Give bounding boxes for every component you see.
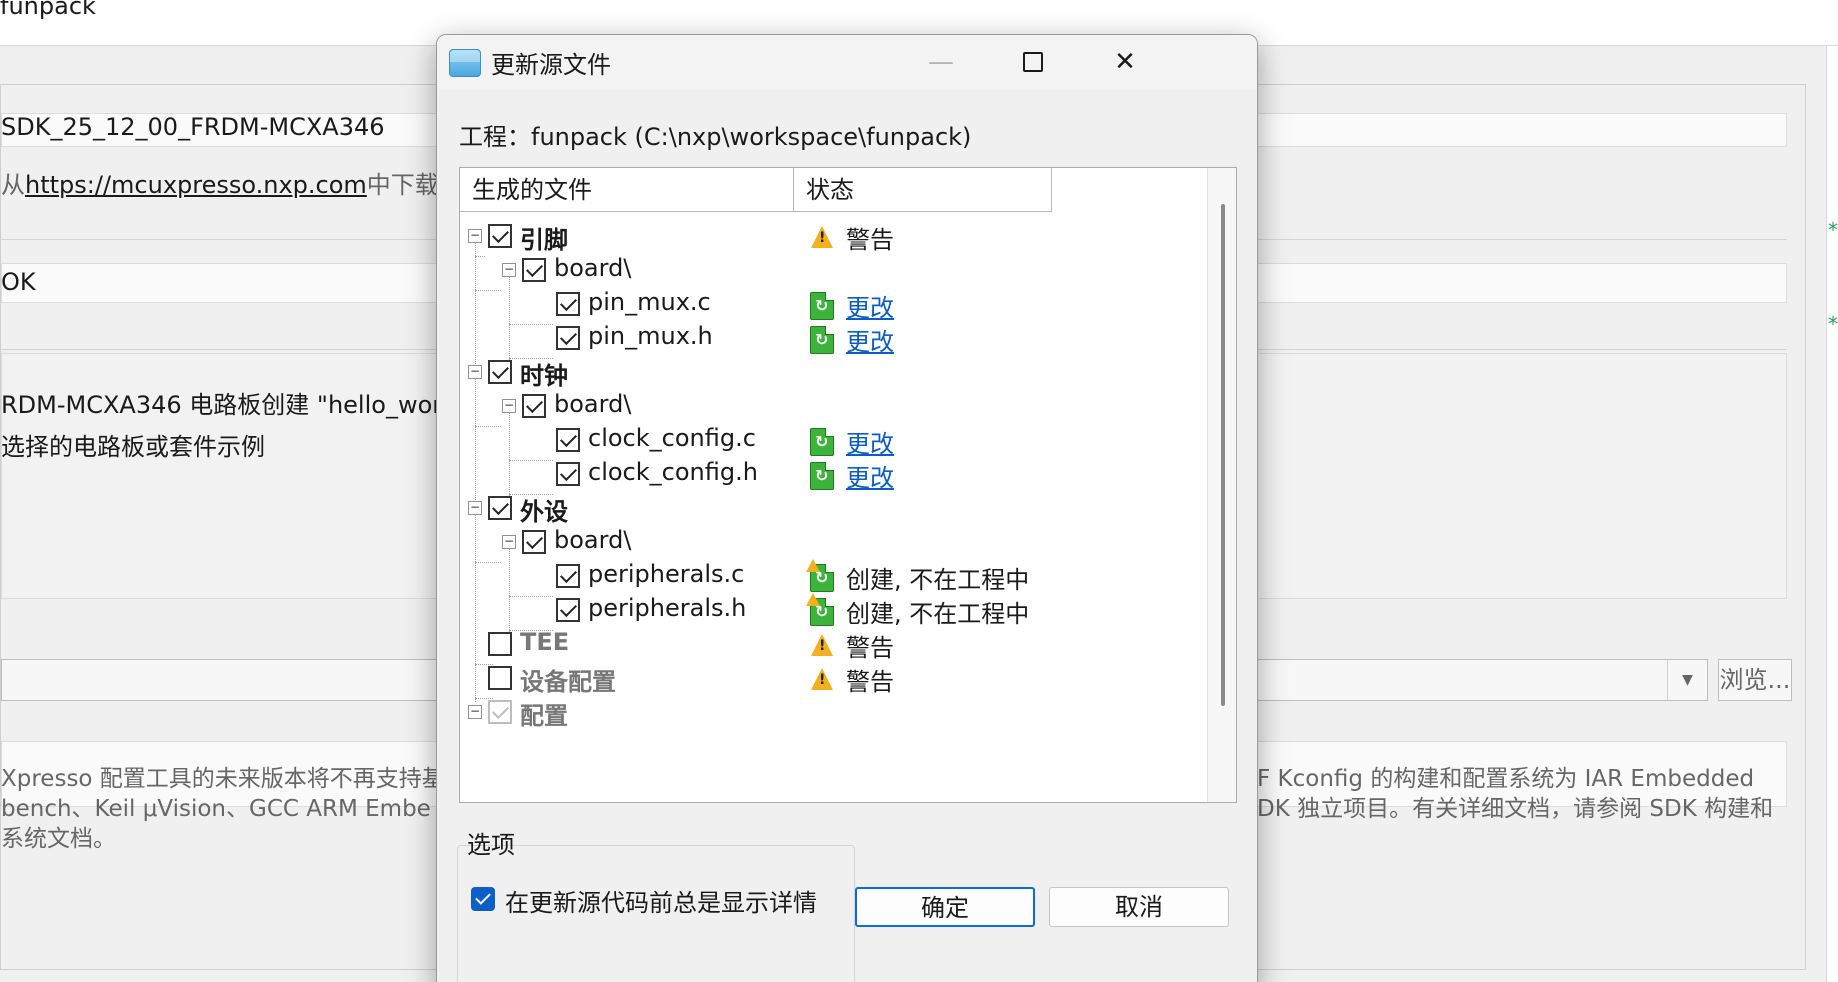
pins-checkbox[interactable] — [488, 224, 512, 248]
show-details-label[interactable]: 在更新源代码前总是显示详情 — [505, 883, 817, 918]
collapse-icon[interactable]: − — [502, 399, 516, 413]
description-line-1: RDM-MCXA346 电路板创建 "hello_world — [1, 391, 465, 419]
app-icon — [449, 49, 481, 77]
toolchain-value: OK — [1, 268, 36, 296]
file-checkbox[interactable] — [556, 462, 580, 486]
mcuxpresso-link[interactable]: https://mcuxpresso.nxp.com — [25, 171, 367, 199]
file-checkbox[interactable] — [556, 564, 580, 588]
board-checkbox[interactable] — [522, 530, 546, 554]
warning-icon: ! — [810, 224, 834, 250]
tree-row-label: peripherals.c — [588, 560, 745, 588]
tee-checkbox[interactable] — [488, 632, 512, 656]
notice-right-line-1: F Kconfig 的构建和配置系统为 IAR Embedded — [1257, 766, 1755, 792]
scrollbar-thumb[interactable] — [1221, 204, 1225, 706]
description-line-2: 选择的电路板或套件示例 — [1, 433, 265, 461]
config-checkbox[interactable] — [488, 700, 512, 724]
project-label: 工程：funpack (C:\nxp\workspace\funpack) — [459, 123, 972, 151]
tree-row-label: 配置 — [520, 702, 568, 730]
file-checkbox[interactable] — [556, 428, 580, 452]
minimize-button: — — [895, 35, 987, 89]
tree-row-label: board\ — [554, 390, 632, 418]
sdk-value: SDK_25_12_00_FRDM-MCXA346 — [1, 113, 385, 141]
warning-icon: ! — [810, 632, 834, 658]
tree-row-label: TEE — [520, 628, 570, 656]
file-checkbox[interactable] — [556, 292, 580, 316]
tree-row-label: pin_mux.h — [588, 322, 713, 350]
download-hint: 从https://mcuxpresso.nxp.com中下载 — [1, 165, 439, 200]
tree-row-label: peripherals.h — [588, 594, 747, 622]
tree-row-label: pin_mux.c — [588, 288, 711, 316]
clocks-checkbox[interactable] — [488, 360, 512, 384]
maximize-button[interactable] — [987, 35, 1079, 89]
tree-row-label: clock_config.c — [588, 424, 756, 452]
file-changed-icon: ↻ — [810, 326, 834, 354]
notice-left-line-1: Xpresso 配置工具的未来版本将不再支持基 — [1, 766, 445, 792]
background-window-title: funpack — [0, 0, 96, 20]
close-button[interactable]: ✕ — [1079, 35, 1171, 89]
ok-button[interactable]: 确定 — [855, 887, 1035, 927]
cancel-button[interactable]: 取消 — [1049, 887, 1229, 927]
vertical-scrollbar[interactable] — [1207, 168, 1236, 802]
background-right-strip — [1826, 46, 1838, 982]
browse-button[interactable]: 浏览... — [1718, 659, 1792, 701]
tree-row-label: clock_config.h — [588, 458, 758, 486]
download-suffix: 中下载 — [366, 171, 439, 199]
dialog-title: 更新源文件 — [491, 51, 611, 79]
file-changed-icon: ↻ — [810, 462, 834, 490]
chevron-down-icon[interactable]: ▼ — [1667, 660, 1707, 700]
file-changed-icon: ↻ — [810, 428, 834, 456]
generated-files-tree[interactable]: 生成的文件 状态 − 引脚 ! 警告 − board\ pin_mux.c ↻ … — [459, 167, 1237, 803]
tree-row-label: board\ — [554, 254, 632, 282]
tree-row-label: board\ — [554, 526, 632, 554]
column-header-files[interactable]: 生成的文件 — [460, 168, 794, 212]
column-header-status[interactable]: 状态 — [794, 168, 1052, 212]
maximize-icon — [1023, 52, 1043, 72]
board-checkbox[interactable] — [522, 394, 546, 418]
collapse-icon[interactable]: − — [468, 705, 482, 719]
modified-marker-1: * — [1828, 218, 1838, 242]
tree-row-config[interactable]: − 配置 — [460, 692, 1207, 732]
options-legend: 选项 — [467, 831, 515, 859]
notice-right-line-2: DK 独立项目。有关详细文档，请参阅 SDK 构建和 — [1257, 796, 1774, 822]
download-prefix: 从 — [1, 171, 25, 199]
close-icon: ✕ — [1114, 47, 1136, 77]
collapse-icon[interactable]: − — [502, 263, 516, 277]
collapse-icon[interactable]: − — [468, 229, 482, 243]
file-checkbox[interactable] — [556, 326, 580, 350]
notice-left-line-3: 系统文档。 — [1, 826, 116, 852]
file-new-warning-icon: ↻ — [806, 593, 834, 626]
collapse-icon[interactable]: − — [468, 365, 482, 379]
file-changed-icon: ↻ — [810, 292, 834, 320]
peripherals-checkbox[interactable] — [488, 496, 512, 520]
collapse-icon[interactable]: − — [502, 535, 516, 549]
update-source-files-dialog: 更新源文件 — ✕ 工程：funpack (C:\nxp\workspace\f… — [436, 34, 1258, 982]
notice-left-line-2: bench、Keil μVision、GCC ARM Embe — [1, 796, 431, 822]
file-checkbox[interactable] — [556, 598, 580, 622]
minimize-icon: — — [928, 47, 954, 77]
modified-marker-2: * — [1828, 312, 1838, 336]
board-checkbox[interactable] — [522, 258, 546, 282]
collapse-icon[interactable]: − — [468, 501, 482, 515]
file-new-warning-icon: ↻ — [806, 559, 834, 592]
dialog-titlebar[interactable]: 更新源文件 — ✕ — [437, 35, 1257, 89]
device-config-checkbox[interactable] — [488, 666, 512, 690]
show-details-checkbox[interactable] — [471, 887, 495, 911]
warning-icon: ! — [810, 666, 834, 692]
